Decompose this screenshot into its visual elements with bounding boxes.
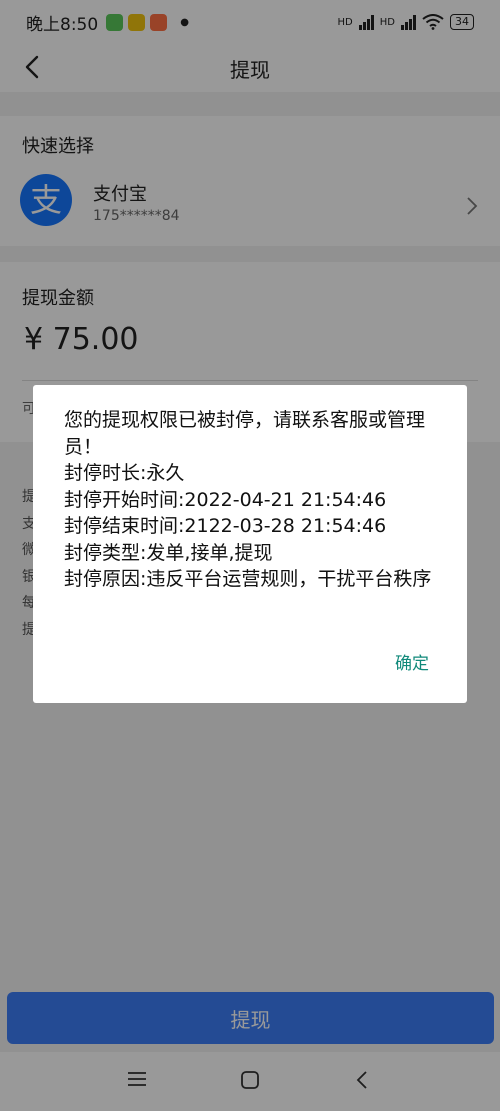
dialog-message: 您的提现权限已被封停，请联系客服或管理员！ 封停时长:永久 封停开始时间:202…	[64, 407, 444, 593]
dialog-line: 封停原因:违反平台运营规则，干扰平台秩序	[64, 568, 432, 590]
dialog-line: 封停开始时间:2022-04-21 21:54:46	[64, 488, 387, 511]
dialog-line: 封停结束时间:2122-03-28 21:54:46	[64, 515, 387, 537]
dialog-line: 您的提现权限已被封停，请联系客服或管理员！	[64, 409, 426, 458]
confirm-button[interactable]: 确定	[395, 649, 429, 674]
dialog-line: 封停时长:永久	[64, 462, 185, 484]
dialog-line: 封停类型:发单,接单,提现	[64, 541, 273, 564]
suspension-dialog: 您的提现权限已被封停，请联系客服或管理员！ 封停时长:永久 封停开始时间:202…	[33, 385, 467, 703]
